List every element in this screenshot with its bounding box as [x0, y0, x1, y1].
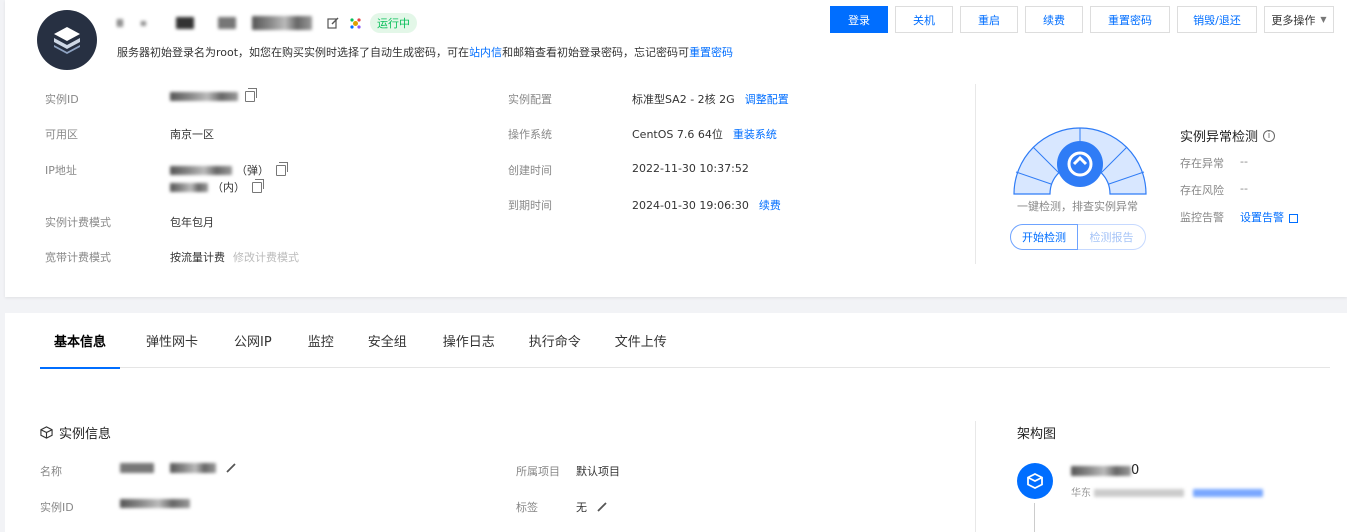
node-link-redacted[interactable] [1193, 489, 1264, 497]
instance-name-redacted [117, 19, 123, 27]
cube-icon [1027, 472, 1043, 490]
alarm-row: 监控告警 设置告警 [1180, 209, 1298, 225]
detail-tabs: 基本信息 弹性网卡 公网IP 监控 安全组 操作日志 执行命令 文件上传 [40, 313, 1330, 369]
instance-name-redacted [252, 16, 312, 30]
architecture-connector [1034, 503, 1035, 532]
tab-file-upload[interactable]: 文件上传 [601, 313, 681, 368]
instance-title-row: 运行中 [117, 12, 417, 34]
architecture-node-sub: 华东 [1071, 484, 1264, 499]
instance-detail-card: 基本信息 弹性网卡 公网IP 监控 安全组 操作日志 执行命令 文件上传 实例信… [5, 313, 1347, 532]
column-divider [975, 84, 976, 264]
instance-summary-card: 运行中 服务器初始登录名为root，如您在购买实例时选择了自动生成密码，可在站内… [5, 0, 1347, 297]
restart-button[interactable]: 重启 [960, 6, 1018, 33]
site-message-link[interactable]: 站内信 [469, 46, 502, 59]
detail-id-redacted [120, 499, 190, 508]
instance-id-redacted [170, 92, 238, 101]
tab-operation-log[interactable]: 操作日志 [429, 313, 509, 368]
pencil-icon[interactable] [226, 463, 236, 473]
public-ip-redacted [170, 165, 232, 175]
reinstall-os-link[interactable]: 重装系统 [733, 126, 777, 142]
section-title: 实例信息 [40, 423, 111, 442]
column-divider [975, 421, 976, 532]
tab-run-command[interactable]: 执行命令 [515, 313, 595, 368]
modify-billing-link[interactable]: 修改计费模式 [233, 249, 299, 265]
destroy-button[interactable]: 销毁/退还 [1177, 6, 1257, 33]
pencil-icon[interactable] [597, 502, 607, 512]
start-check-button[interactable]: 开始检测 [1010, 224, 1078, 250]
reset-password-link[interactable]: 重置密码 [689, 46, 733, 59]
renew-link[interactable]: 续费 [759, 197, 781, 213]
status-badge: 运行中 [370, 13, 417, 33]
copy-icon[interactable] [276, 161, 288, 176]
ip-row: IP地址 （弹） （内） [45, 161, 465, 196]
instance-name-redacted [141, 20, 146, 26]
name-redacted [120, 463, 154, 473]
private-ip-redacted [170, 182, 208, 192]
edit-name-icon[interactable] [326, 16, 340, 30]
architecture-node[interactable] [1017, 463, 1053, 499]
shutdown-button[interactable]: 关机 [895, 6, 953, 33]
login-button[interactable]: 登录 [830, 6, 888, 33]
adjust-config-link[interactable]: 调整配置 [745, 91, 789, 107]
plugin-icon[interactable] [348, 16, 362, 30]
reset-password-button[interactable]: 重置密码 [1090, 6, 1170, 33]
check-report-button[interactable]: 检测报告 [1078, 224, 1146, 250]
check-caption: 一键检测，排查实例异常 [1017, 200, 1138, 213]
copy-icon[interactable] [245, 88, 257, 102]
server-stack-icon [54, 27, 80, 54]
caret-down-icon: ▼ [1320, 15, 1327, 24]
anomaly-check-title: 实例异常检测 i [1180, 126, 1276, 145]
info-icon[interactable]: i [1263, 129, 1276, 142]
tab-monitor[interactable]: 监控 [294, 313, 348, 368]
node-name-redacted [1071, 465, 1131, 476]
tab-public-ip[interactable]: 公网IP [220, 313, 286, 368]
tab-basic-info[interactable]: 基本信息 [40, 313, 121, 369]
cube-icon [40, 426, 53, 439]
more-actions-dropdown[interactable]: 更多操作 ▼ [1264, 6, 1334, 33]
name-redacted [170, 463, 216, 473]
health-gauge [1013, 127, 1147, 195]
architecture-title: 架构图 [1017, 427, 1057, 442]
login-notice: 服务器初始登录名为root，如您在购买实例时选择了自动生成密码，可在站内信和邮箱… [117, 46, 734, 59]
instance-name-redacted [218, 17, 236, 29]
tab-security-group[interactable]: 安全组 [354, 313, 421, 368]
action-toolbar: 登录 关机 重启 续费 重置密码 销毁/退还 更多操作 ▼ [830, 6, 1334, 33]
renew-button[interactable]: 续费 [1025, 6, 1083, 33]
anomaly-risk-row: 存在风险 -- [1180, 182, 1248, 197]
copy-icon[interactable] [252, 178, 264, 193]
set-alarm-link[interactable]: 设置告警 [1240, 209, 1298, 225]
architecture-node-name: 0 [1071, 463, 1139, 478]
instance-name-redacted [176, 17, 194, 29]
anomaly-exists-row: 存在异常 -- [1180, 155, 1248, 170]
node-sub-redacted [1094, 489, 1185, 497]
instance-avatar [37, 10, 97, 70]
check-button-group: 开始检测 检测报告 [1010, 224, 1146, 250]
external-link-icon [1289, 213, 1298, 223]
tab-eni[interactable]: 弹性网卡 [132, 313, 212, 368]
